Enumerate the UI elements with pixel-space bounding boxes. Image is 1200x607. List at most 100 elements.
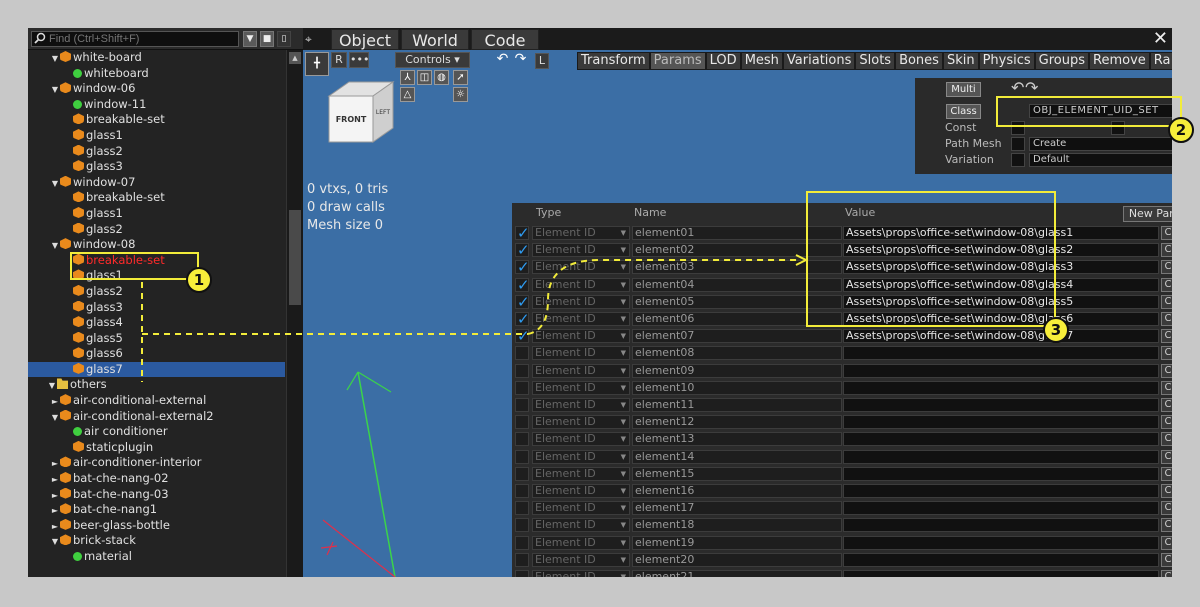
param-value-field[interactable]: [843, 484, 1159, 498]
param-name-field[interactable]: element07: [632, 329, 842, 344]
redo-icon[interactable]: ↷: [1025, 78, 1038, 97]
scroll-thumb[interactable]: [289, 210, 301, 305]
param-c-button[interactable]: C: [1161, 552, 1172, 567]
param-c-button[interactable]: C: [1161, 243, 1172, 258]
param-checkbox[interactable]: [515, 224, 530, 242]
param-value-field[interactable]: [843, 346, 1159, 361]
tree-item[interactable]: glass1: [28, 128, 285, 144]
find-dropdown-button[interactable]: ▼: [243, 31, 257, 47]
tree-item[interactable]: whiteboard: [28, 66, 285, 82]
tab-world[interactable]: World: [401, 29, 469, 50]
param-value-field[interactable]: Assets\props\office-set\window-08\glass7: [843, 329, 1159, 344]
param-name-field[interactable]: element18: [632, 518, 842, 533]
param-checkbox[interactable]: [515, 276, 530, 294]
param-c-button[interactable]: C: [1161, 312, 1172, 326]
expand-arrow-icon[interactable]: ►: [50, 472, 60, 488]
tree-item[interactable]: ► bat-che-nang-03: [28, 487, 285, 503]
prop-tab-lod[interactable]: LOD: [705, 52, 741, 70]
new-param-button[interactable]: New Param: [1123, 206, 1172, 222]
tree-item[interactable]: ► air-conditional-external: [28, 393, 285, 409]
param-type-select[interactable]: Element ID ▼: [532, 260, 630, 275]
tree-item[interactable]: ▼ brick-stack: [28, 533, 285, 549]
param-type-select[interactable]: Element ID ▼: [532, 346, 630, 361]
tree-item[interactable]: material: [28, 549, 285, 565]
redo-icon[interactable]: ↷: [513, 52, 528, 68]
param-name-field[interactable]: element13: [632, 432, 842, 447]
param-c-button[interactable]: C: [1161, 294, 1172, 309]
param-type-select[interactable]: Element ID ▼: [532, 277, 630, 292]
param-c-button[interactable]: C: [1161, 346, 1172, 361]
expand-arrow-icon[interactable]: ▼: [50, 238, 60, 254]
param-name-field[interactable]: element19: [632, 535, 842, 550]
param-value-field[interactable]: [843, 552, 1159, 567]
expand-arrow-icon[interactable]: ▼: [50, 534, 60, 550]
expand-arrow-icon[interactable]: ►: [50, 456, 60, 472]
tree-item[interactable]: window-11: [28, 97, 285, 113]
tree-item[interactable]: ► bat-che-nang1: [28, 502, 285, 518]
param-c-button[interactable]: C: [1161, 380, 1172, 395]
tree-item[interactable]: ▼ window-06: [28, 81, 285, 97]
param-name-field[interactable]: element12: [632, 415, 842, 430]
param-value-field[interactable]: [843, 380, 1159, 395]
tree-item[interactable]: glass2: [28, 284, 285, 300]
param-checkbox[interactable]: [515, 310, 530, 328]
param-name-field[interactable]: element20: [632, 552, 842, 567]
expand-arrow-icon[interactable]: ►: [50, 394, 60, 410]
class-button[interactable]: Class: [946, 104, 981, 119]
param-checkbox[interactable]: [515, 398, 529, 412]
tree-item[interactable]: ▼ window-07: [28, 175, 285, 191]
param-type-select[interactable]: Element ID ▼: [532, 432, 630, 447]
close-icon[interactable]: ✕: [1153, 28, 1168, 49]
expand-arrow-icon[interactable]: ▼: [50, 410, 60, 426]
tree-item[interactable]: breakable-set: [28, 190, 285, 206]
param-type-select[interactable]: Element ID ▼: [532, 398, 630, 412]
param-type-select[interactable]: Element ID ▼: [532, 312, 630, 326]
expand-arrow-icon[interactable]: ►: [50, 503, 60, 519]
param-checkbox[interactable]: [515, 535, 529, 550]
param-value-field[interactable]: [843, 415, 1159, 430]
param-c-button[interactable]: C: [1161, 398, 1172, 412]
prop-tab-remove[interactable]: Remove: [1089, 52, 1150, 70]
prop-tab-variations[interactable]: Variations: [782, 52, 856, 70]
param-checkbox[interactable]: [515, 449, 529, 464]
tree-item[interactable]: ▼ white-board: [28, 50, 285, 66]
param-c-button[interactable]: C: [1161, 570, 1172, 577]
param-c-button[interactable]: C: [1161, 501, 1172, 516]
param-checkbox[interactable]: [515, 363, 529, 378]
tree-item[interactable]: glass7: [28, 361, 285, 378]
prop-tab-slots[interactable]: Slots: [855, 52, 896, 70]
param-value-field[interactable]: [843, 398, 1159, 412]
param-value-field[interactable]: [843, 466, 1159, 481]
param-checkbox[interactable]: [515, 432, 529, 447]
param-c-button[interactable]: C: [1161, 449, 1172, 464]
variation-checkbox[interactable]: [1011, 153, 1025, 167]
tree-item[interactable]: ► beer-glass-bottle: [28, 518, 285, 534]
param-type-select[interactable]: Element ID ▼: [532, 552, 630, 567]
param-checkbox[interactable]: [515, 327, 530, 345]
param-type-select[interactable]: Element ID ▼: [532, 484, 630, 498]
param-type-select[interactable]: Element ID ▼: [532, 449, 630, 464]
tree-item[interactable]: ▼ window-08: [28, 237, 285, 253]
prop-tab-groups[interactable]: Groups: [1034, 52, 1090, 70]
param-c-button[interactable]: C: [1161, 277, 1172, 292]
prop-tab-physics[interactable]: Physics: [978, 52, 1035, 70]
prop-tab-params[interactable]: Params: [649, 52, 706, 70]
param-c-button[interactable]: C: [1161, 518, 1172, 533]
tree-item[interactable]: glass6: [28, 346, 285, 362]
param-value-field[interactable]: [843, 432, 1159, 447]
param-type-select[interactable]: Element ID ▼: [532, 466, 630, 481]
undo-icon[interactable]: ↶: [495, 52, 510, 68]
param-checkbox[interactable]: [515, 552, 529, 567]
tree-item[interactable]: air conditioner: [28, 424, 285, 440]
param-c-button[interactable]: C: [1161, 432, 1172, 447]
param-name-field[interactable]: element08: [632, 346, 842, 361]
param-type-select[interactable]: Element ID ▼: [532, 518, 630, 533]
trash-icon[interactable]: ■: [260, 31, 274, 47]
param-type-select[interactable]: Element ID ▼: [532, 294, 630, 309]
variation-select[interactable]: Default▼: [1029, 153, 1172, 167]
tree-item[interactable]: staticplugin: [28, 440, 285, 456]
prop-tab-bones[interactable]: Bones: [895, 52, 943, 70]
param-c-button[interactable]: C: [1161, 466, 1172, 481]
param-c-button[interactable]: C: [1161, 363, 1172, 378]
param-type-select[interactable]: Element ID ▼: [532, 226, 630, 240]
